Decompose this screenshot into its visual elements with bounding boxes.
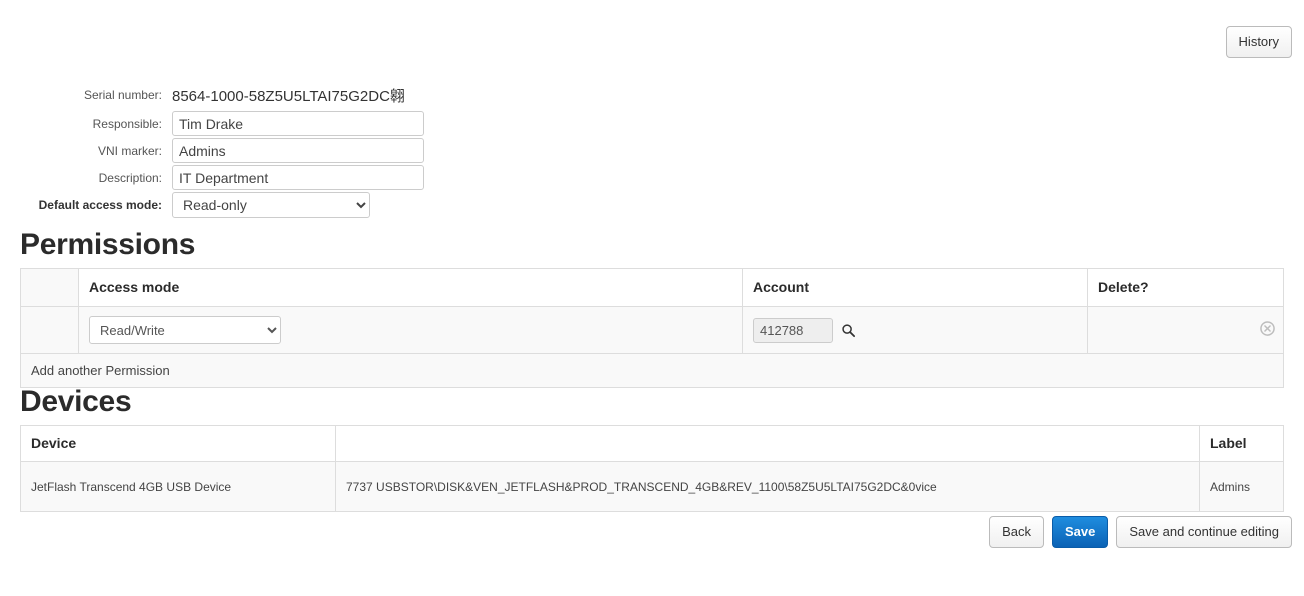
remove-circle-icon[interactable]	[1260, 321, 1275, 339]
vni-marker-label: VNI marker:	[0, 144, 172, 158]
device-identifier-cell: 7737 USBSTOR\DISK&VEN_JETFLASH&PROD_TRAN…	[336, 462, 1200, 512]
permissions-heading: Permissions	[20, 228, 195, 262]
permission-account-cell	[743, 307, 1088, 354]
form-row-default-access-mode: Default access mode: Read-onlyRead/Write…	[0, 192, 470, 217]
permission-account-input[interactable]	[753, 318, 833, 343]
form-row-description: Description:	[0, 165, 470, 190]
permissions-table: Access mode Account Delete? Read/WriteRe…	[20, 268, 1284, 388]
permission-access-mode-cell: Read/WriteRead-onlyNo access	[79, 307, 743, 354]
history-button-container: History	[1226, 26, 1292, 58]
serial-number-label: Serial number:	[0, 88, 172, 102]
responsible-label: Responsible:	[0, 117, 172, 131]
history-button[interactable]: History	[1226, 26, 1292, 58]
form-row-responsible: Responsible:	[0, 111, 470, 136]
devices-col-label: Label	[1200, 426, 1284, 462]
devices-heading: Devices	[20, 385, 131, 419]
default-access-mode-label: Default access mode:	[0, 198, 172, 212]
form-row-serial-number: Serial number: 8564-1000-58Z5U5LTAI75G2D…	[0, 84, 470, 106]
device-row: JetFlash Transcend 4GB USB Device 7737 U…	[21, 462, 1284, 512]
description-input[interactable]	[172, 165, 424, 190]
permissions-col-delete: Delete?	[1088, 269, 1284, 307]
devices-header-row: Device Label	[21, 426, 1284, 462]
permission-delete-cell	[1088, 307, 1284, 354]
form-action-buttons: Back Save Save and continue editing	[989, 516, 1292, 548]
search-icon[interactable]	[841, 323, 856, 338]
device-label-cell: Admins	[1200, 462, 1284, 512]
save-and-continue-button[interactable]: Save and continue editing	[1116, 516, 1292, 548]
permissions-col-handle	[21, 269, 79, 307]
permissions-header-row: Access mode Account Delete?	[21, 269, 1284, 307]
permission-row-handle	[21, 307, 79, 354]
description-label: Description:	[0, 171, 172, 185]
add-permission-cell: Add another Permission	[21, 354, 1284, 388]
permissions-col-account: Account	[743, 269, 1088, 307]
form-row-vni-marker: VNI marker:	[0, 138, 470, 163]
back-button[interactable]: Back	[989, 516, 1044, 548]
add-another-permission-link[interactable]: Add another Permission	[31, 363, 170, 378]
device-name-cell: JetFlash Transcend 4GB USB Device	[21, 462, 336, 512]
serial-number-value: 8564-1000-58Z5U5LTAI75G2DC翱	[172, 85, 405, 106]
object-form: Serial number: 8564-1000-58Z5U5LTAI75G2D…	[0, 84, 470, 219]
permission-access-mode-select[interactable]: Read/WriteRead-onlyNo access	[89, 316, 281, 344]
devices-table: Device Label JetFlash Transcend 4GB USB …	[20, 425, 1284, 512]
devices-col-device: Device	[21, 426, 336, 462]
responsible-input[interactable]	[172, 111, 424, 136]
default-access-mode-select[interactable]: Read-onlyRead/WriteNo access	[172, 192, 370, 218]
devices-col-identifier	[336, 426, 1200, 462]
add-permission-row[interactable]: Add another Permission	[21, 354, 1284, 388]
vni-marker-input[interactable]	[172, 138, 424, 163]
save-button[interactable]: Save	[1052, 516, 1108, 548]
page-root: History Serial number: 8564-1000-58Z5U5L…	[0, 0, 1304, 596]
permissions-col-access-mode: Access mode	[79, 269, 743, 307]
permission-row: Read/WriteRead-onlyNo access	[21, 307, 1284, 354]
account-field-group	[753, 318, 1077, 343]
